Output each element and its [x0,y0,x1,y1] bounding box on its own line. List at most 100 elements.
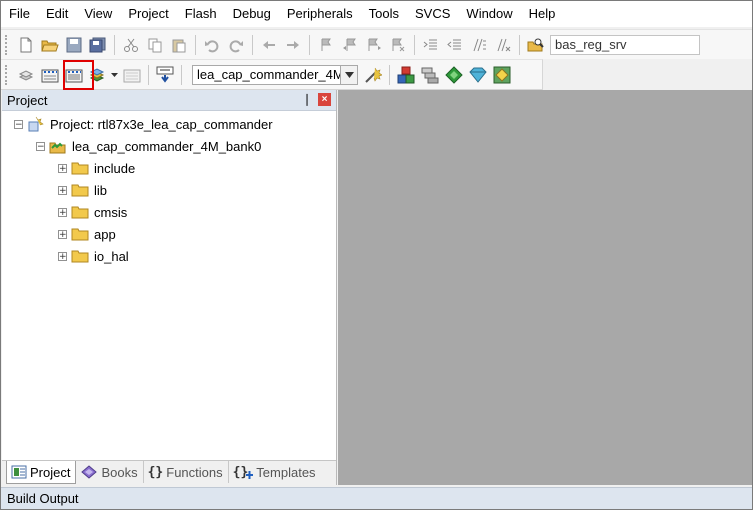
pack-installer-icon[interactable] [467,64,489,86]
tree-group-app[interactable]: + app [58,224,116,244]
tab-label: Project [30,464,71,480]
tab-label: Templates [256,464,316,480]
clear-bookmarks-icon[interactable] [387,34,409,56]
expand-icon[interactable]: + [58,185,67,195]
chevron-down-icon[interactable] [340,65,357,84]
project-panel: Project ❘ × − Project: rtl87x3e_lea_cap_… [2,90,337,485]
collapse-icon[interactable]: − [14,119,23,129]
expand-icon[interactable]: + [58,163,67,173]
menu-debug[interactable]: Debug [225,1,279,27]
file-toolbar: bas_reg_srv [1,29,752,59]
download-icon[interactable] [154,64,176,86]
tree-group-lib[interactable]: + lib [58,180,107,200]
tab-books[interactable]: Books [76,461,144,483]
stop-build-icon[interactable] [121,64,143,86]
project-panel-title: Project ❘ × [2,90,336,111]
menu-edit[interactable]: Edit [38,1,76,27]
build-icon[interactable] [39,64,61,86]
editor-area[interactable] [338,90,752,485]
target-select-value: lea_cap_commander_4M_ [197,67,340,82]
new-file-icon[interactable] [15,34,37,56]
menu-project[interactable]: Project [120,1,176,27]
build-output-panel-title[interactable]: Build Output [1,487,752,509]
paste-icon[interactable] [168,34,190,56]
menu-svcs[interactable]: SVCS [407,1,458,27]
manage-components-icon[interactable] [395,64,417,86]
menu-file[interactable]: File [1,1,38,27]
navigate-back-icon[interactable] [258,34,280,56]
menu-tools[interactable]: Tools [361,1,407,27]
tree-group-io-hal[interactable]: + io_hal [58,246,129,266]
options-for-target-icon[interactable] [362,64,384,86]
menu-flash[interactable]: Flash [177,1,225,27]
collapse-icon[interactable]: − [36,141,45,151]
uncomment-icon[interactable] [492,34,514,56]
panel-tabs: Project Books {} Functions {} Templates [2,460,336,485]
toolbar-separator [309,34,310,55]
prev-bookmark-icon[interactable] [339,34,361,56]
target-select[interactable]: lea_cap_commander_4M_ [192,64,358,85]
menu-bar: File Edit View Project Flash Debug Perip… [1,1,752,27]
tree-root-label: Project: rtl87x3e_lea_cap_commander [50,116,273,132]
tree-group-include[interactable]: + include [58,158,135,178]
toolbar-grip[interactable] [5,34,10,55]
tree-group-label: io_hal [94,248,129,264]
folder-icon [71,249,89,263]
pin-icon[interactable]: ❘ [302,92,312,106]
next-bookmark-icon[interactable] [363,34,385,56]
toolbar-separator [181,64,182,85]
toolbar-separator [148,64,149,85]
expand-icon[interactable]: + [58,251,67,261]
tree-group-label: include [94,160,136,176]
comment-icon[interactable] [468,34,490,56]
menu-help[interactable]: Help [521,1,564,27]
menu-peripherals[interactable]: Peripherals [279,1,361,27]
toolbar-grip[interactable] [5,64,10,85]
books-icon [80,464,98,480]
tree-group-cmsis[interactable]: + cmsis [58,202,127,222]
batch-dropdown-icon[interactable] [111,64,119,86]
menu-window[interactable]: Window [458,1,520,27]
open-folder-icon[interactable] [39,34,61,56]
target-icon [49,138,67,154]
toolbar-separator [389,64,390,85]
tree-target-node[interactable]: − lea_cap_commander_4M_bank0 [36,136,261,156]
folder-icon [71,183,89,197]
save-all-icon[interactable] [87,34,109,56]
tab-label: Books [101,464,138,480]
save-icon[interactable] [63,34,85,56]
close-icon[interactable]: × [318,93,331,106]
find-in-files-icon[interactable] [525,34,547,56]
copy-icon[interactable] [144,34,166,56]
redo-icon[interactable] [225,34,247,56]
panel-title-text: Project [7,92,48,108]
functions-icon: {} [147,464,164,480]
build-output-label: Build Output [7,491,79,506]
tab-functions[interactable]: {} Functions [144,461,229,483]
app-window: File Edit View Project Flash Debug Perip… [0,0,753,510]
unindent-icon[interactable] [444,34,466,56]
bookmark-icon[interactable] [315,34,337,56]
expand-icon[interactable]: + [58,229,67,239]
folder-icon [71,161,89,175]
tab-project[interactable]: Project [6,461,77,484]
tab-label: Functions [166,464,223,480]
tab-templates[interactable]: {} Templates [229,461,321,483]
tree-root-node[interactable]: − Project: rtl87x3e_lea_cap_commander [14,114,273,134]
expand-icon[interactable]: + [58,207,67,217]
tree-group-label: lib [94,182,108,198]
pack-manager-icon[interactable] [491,64,513,86]
undo-icon[interactable] [201,34,223,56]
cut-icon[interactable] [120,34,142,56]
indent-icon[interactable] [420,34,442,56]
find-combo[interactable]: bas_reg_srv [550,34,700,55]
select-packs-icon[interactable] [443,64,465,86]
tree-group-label: app [94,226,116,242]
project-tab-icon [11,465,27,479]
navigate-forward-icon[interactable] [282,34,304,56]
templates-icon: {} [233,465,254,480]
tree-group-label: cmsis [94,204,128,220]
translate-icon[interactable] [15,64,37,86]
menu-view[interactable]: View [76,1,120,27]
file-extensions-icon[interactable] [419,64,441,86]
